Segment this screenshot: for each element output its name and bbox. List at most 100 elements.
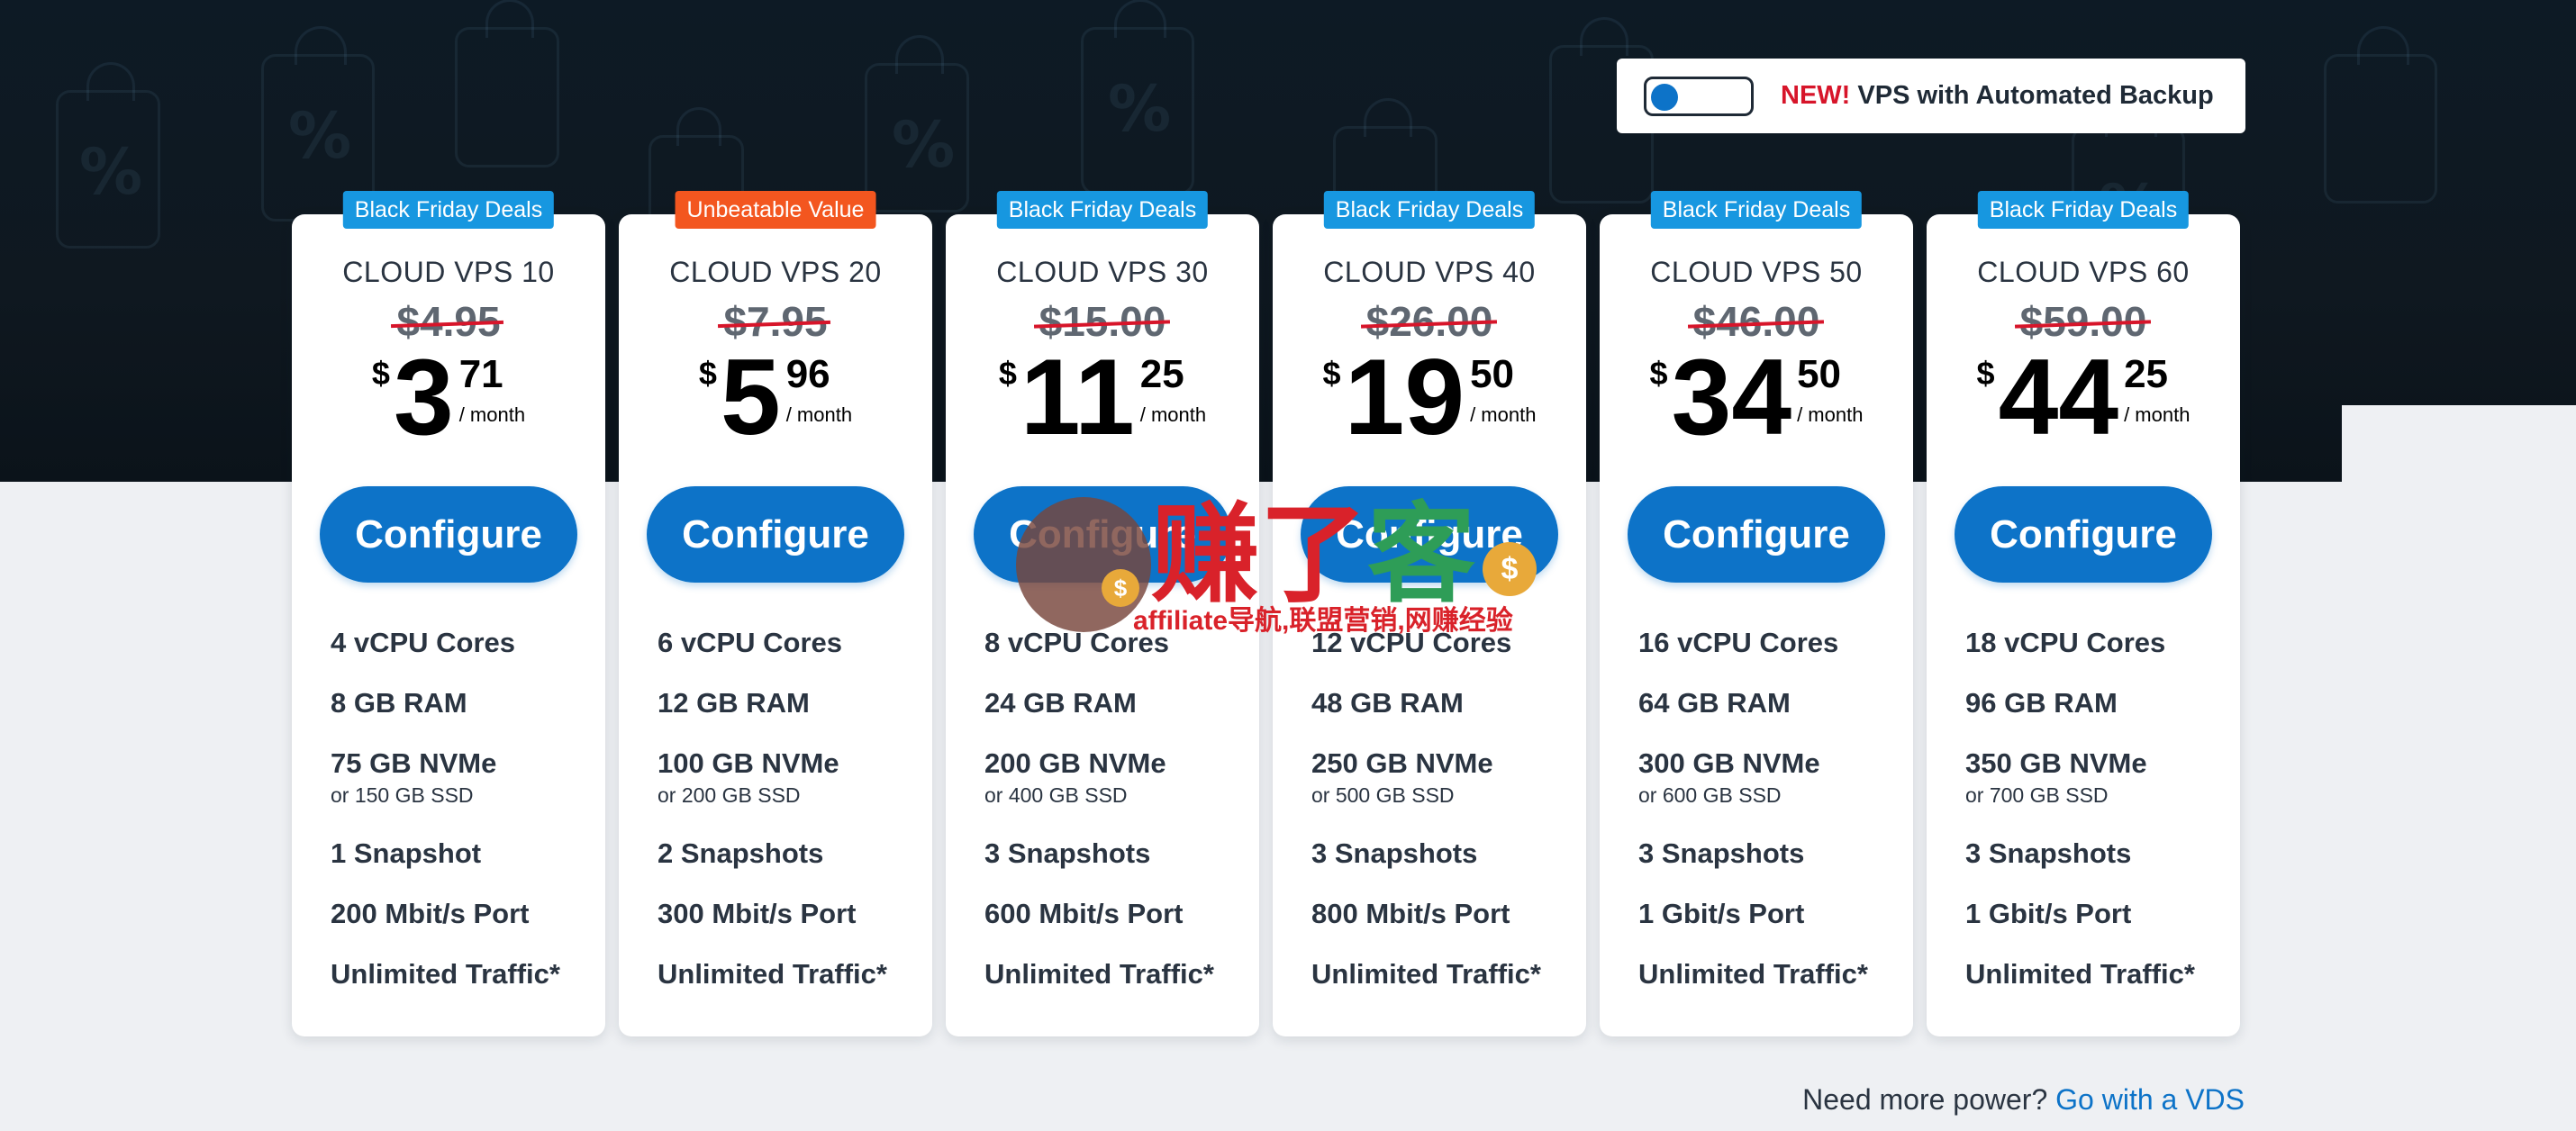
price-period: / month	[1797, 403, 1864, 426]
price-cents-group: 50 / month	[1797, 355, 1863, 427]
watermark-brand: 赚了客	[1151, 497, 1475, 614]
watermark-logo-circle	[1016, 497, 1151, 632]
feature-traffic: Unlimited Traffic*	[1638, 958, 1868, 990]
price-cents-group: 71 / month	[459, 355, 525, 427]
automated-backup-toggle[interactable]	[1644, 76, 1754, 116]
percent-icon: %	[1108, 72, 1172, 146]
feature-snapshots: 2 Snapshots	[658, 837, 824, 869]
feature-list: 16 vCPU Cores 64 GB RAM 300 GB NVMe or 600 …	[1638, 627, 1904, 1018]
feature-snapshots: 3 Snapshots	[1311, 837, 1478, 869]
price-period: / month	[458, 403, 526, 426]
pricing-card: Black Friday Deals CLOUD VPS 60 $59.00 $44 2…	[1927, 191, 2240, 1036]
feature-list: 8 vCPU Cores 24 GB RAM 200 GB NVMe or 400 G…	[984, 627, 1250, 1018]
price-whole: 3	[393, 337, 454, 457]
configure-button[interactable]: Configure	[1628, 486, 1885, 583]
toggle-label: NEW! VPS with Automated Backup	[1781, 81, 2214, 111]
new-label: NEW!	[1781, 81, 1851, 110]
currency-symbol: $	[371, 355, 390, 392]
price-period: / month	[785, 403, 853, 426]
feature-storage: 75 GB NVMe or 150 GB SSD	[331, 747, 596, 837]
price-cents: 25	[1139, 352, 1184, 396]
plan-name: CLOUD VPS 10	[342, 256, 555, 288]
percent-icon: %	[288, 99, 352, 173]
feature-storage-main: 75 GB NVMe	[331, 747, 497, 779]
feature-storage-main: 350 GB NVMe	[1965, 747, 2147, 779]
feature-ram: 64 GB RAM	[1638, 687, 1791, 719]
price-whole: 11	[1020, 337, 1135, 457]
current-price: $5 96 / month	[619, 337, 932, 457]
feature-snapshots: 3 Snapshots	[984, 837, 1151, 869]
plan-name: CLOUD VPS 40	[1323, 256, 1536, 288]
feature-storage-main: 200 GB NVMe	[984, 747, 1166, 779]
currency-symbol: $	[1976, 355, 1995, 392]
feature-cpu: 16 vCPU Cores	[1638, 627, 1839, 658]
price-whole: 5	[720, 337, 781, 457]
feature-traffic: Unlimited Traffic*	[658, 958, 887, 990]
deal-badge: Black Friday Deals	[1650, 191, 1863, 229]
vds-link[interactable]: Go with a VDS	[2055, 1083, 2245, 1116]
price-whole: 19	[1344, 337, 1465, 457]
more-power-question: Need more power?	[1802, 1083, 2048, 1116]
feature-ram: 8 GB RAM	[331, 687, 467, 719]
configure-button[interactable]: Configure	[1955, 486, 2212, 583]
feature-port: 200 Mbit/s Port	[331, 898, 530, 929]
price-period: / month	[2124, 403, 2191, 426]
shopping-bag-icon	[2324, 26, 2437, 204]
feature-cpu: 6 vCPU Cores	[658, 627, 843, 658]
configure-button[interactable]: Configure	[320, 486, 577, 583]
percent-icon: %	[79, 135, 143, 209]
feature-ram: 48 GB RAM	[1311, 687, 1464, 719]
feature-storage-main: 300 GB NVMe	[1638, 747, 1820, 779]
feature-list: 4 vCPU Cores 8 GB RAM 75 GB NVMe or 150 GB …	[331, 627, 596, 1018]
shopping-bag-icon	[455, 0, 559, 167]
price-whole: 34	[1671, 337, 1792, 457]
price-whole: 44	[1998, 337, 2119, 457]
price-cents: 50	[1470, 352, 1515, 396]
feature-list: 18 vCPU Cores 96 GB RAM 350 GB NVMe or 700 …	[1965, 627, 2231, 1018]
deal-badge: Black Friday Deals	[996, 191, 1209, 229]
price-cents: 71	[458, 352, 503, 396]
price-cents-group: 50 / month	[1470, 355, 1536, 427]
watermark-subtitle: affiliate导航,联盟营销,网赚经验	[1133, 606, 1513, 636]
plan-name: CLOUD VPS 50	[1650, 256, 1863, 288]
hero-edge	[2342, 405, 2576, 486]
pricing-card: Unbeatable Value CLOUD VPS 20 $7.95 $5 96/ m…	[619, 191, 932, 1036]
feature-storage-alt: or 200 GB SSD	[658, 783, 801, 807]
feature-port: 1 Gbit/s Port	[1965, 898, 2132, 929]
feature-traffic: Unlimited Traffic*	[331, 958, 560, 990]
current-price: $34 50 / month	[1600, 337, 1913, 457]
feature-snapshots: 1 Snapshot	[331, 837, 482, 869]
feature-cpu: 4 vCPU Cores	[331, 627, 516, 658]
deal-badge: Black Friday Deals	[1977, 191, 2190, 229]
feature-storage-main: 250 GB NVMe	[1311, 747, 1493, 779]
currency-symbol: $	[698, 355, 717, 392]
feature-traffic: Unlimited Traffic*	[984, 958, 1214, 990]
toggle-knob	[1651, 83, 1678, 111]
feature-storage-alt: or 700 GB SSD	[1965, 783, 2109, 807]
configure-button[interactable]: Configure	[647, 486, 904, 583]
price-cents: 25	[2124, 352, 2169, 396]
pricing-card: Black Friday Deals CLOUD VPS 50 $46.00 $34 5…	[1600, 191, 1913, 1036]
more-power-text: Need more power? Go with a VDS	[1802, 1083, 2245, 1117]
currency-symbol: $	[1649, 355, 1668, 392]
price-cents-group: 25 / month	[1140, 355, 1206, 427]
plan-name: CLOUD VPS 30	[996, 256, 1209, 288]
deal-badge: Unbeatable Value	[675, 191, 876, 229]
current-price: $11 25 / month	[946, 337, 1259, 457]
price-cents-group: 96 / month	[786, 355, 852, 427]
price-period: / month	[1139, 403, 1207, 426]
pricing-card: Black Friday Deals CLOUD VPS 10 $4.95 $3 71/…	[292, 191, 605, 1036]
backup-label: VPS with Automated Backup	[1857, 81, 2214, 110]
feature-cpu: 18 vCPU Cores	[1965, 627, 2166, 658]
deal-badge: Black Friday Deals	[1323, 191, 1536, 229]
feature-list: 6 vCPU Cores 12 GB RAM 100 GB NVMe or 200 G…	[658, 627, 923, 1018]
feature-storage-main: 100 GB NVMe	[658, 747, 839, 779]
feature-storage: 200 GB NVMe or 400 GB SSD	[984, 747, 1250, 837]
feature-ram: 96 GB RAM	[1965, 687, 2118, 719]
feature-traffic: Unlimited Traffic*	[1311, 958, 1541, 990]
feature-ram: 24 GB RAM	[984, 687, 1137, 719]
feature-port: 300 Mbit/s Port	[658, 898, 857, 929]
currency-symbol: $	[998, 355, 1017, 392]
plan-name: CLOUD VPS 20	[669, 256, 882, 288]
plan-name: CLOUD VPS 60	[1977, 256, 2190, 288]
